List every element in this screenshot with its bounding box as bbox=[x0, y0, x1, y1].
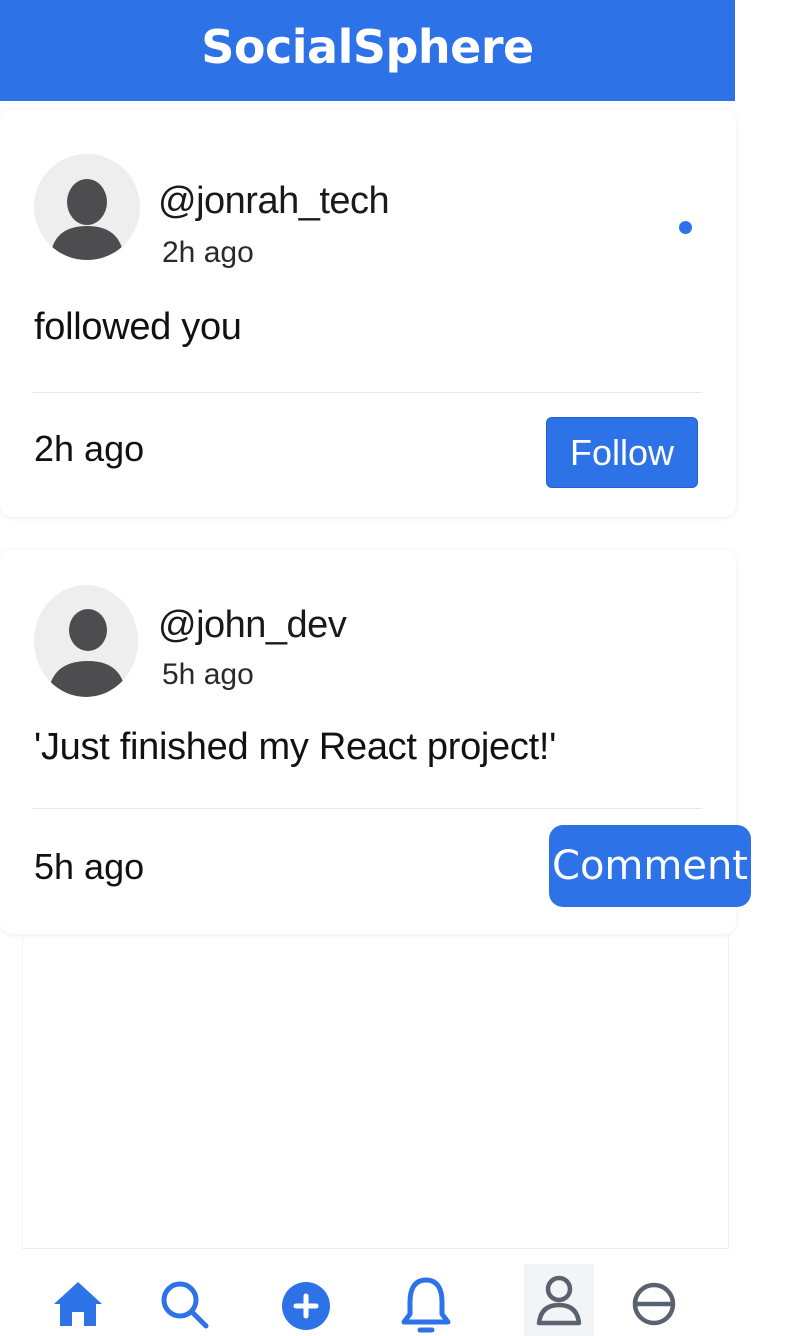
app-header: SocialSphere bbox=[0, 0, 735, 101]
search-icon bbox=[161, 1281, 209, 1329]
bell-icon bbox=[401, 1277, 451, 1333]
footer-time: 5h ago bbox=[34, 846, 145, 887]
minus-circle-icon bbox=[632, 1282, 676, 1326]
notification-text: 'Just finished my React project!' bbox=[34, 726, 557, 768]
notification-time: 5h ago bbox=[162, 658, 254, 691]
nav-more[interactable] bbox=[624, 1272, 684, 1336]
profile-icon bbox=[536, 1275, 582, 1326]
nav-create[interactable] bbox=[276, 1272, 336, 1336]
user-avatar-icon bbox=[34, 585, 138, 697]
nav-profile[interactable] bbox=[524, 1264, 594, 1336]
footer-time: 2h ago bbox=[34, 428, 145, 469]
comment-button[interactable]: Comment bbox=[549, 825, 751, 907]
username[interactable]: @john_dev bbox=[158, 604, 347, 647]
nav-notifications[interactable] bbox=[396, 1272, 456, 1336]
avatar[interactable] bbox=[34, 154, 140, 260]
app-screen: SocialSphere @jonrah_tech 2h ago followe… bbox=[0, 0, 801, 1336]
user-avatar-icon bbox=[34, 154, 140, 260]
avatar[interactable] bbox=[34, 585, 138, 697]
follow-button[interactable]: Follow bbox=[546, 417, 698, 488]
nav-home[interactable] bbox=[48, 1272, 108, 1336]
empty-area bbox=[22, 934, 729, 1249]
unread-indicator bbox=[679, 221, 692, 234]
nav-search[interactable] bbox=[154, 1272, 214, 1336]
app-title: SocialSphere bbox=[201, 19, 534, 74]
username[interactable]: @jonrah_tech bbox=[158, 180, 390, 223]
bottom-nav bbox=[0, 1258, 735, 1336]
notification-text: followed you bbox=[34, 306, 242, 348]
notification-card[interactable]: @jonrah_tech 2h ago followed you 2h ago … bbox=[0, 110, 736, 517]
home-icon bbox=[54, 1282, 102, 1326]
divider bbox=[32, 808, 702, 809]
add-icon bbox=[282, 1282, 330, 1330]
notification-time: 2h ago bbox=[162, 236, 254, 269]
divider bbox=[32, 392, 702, 393]
